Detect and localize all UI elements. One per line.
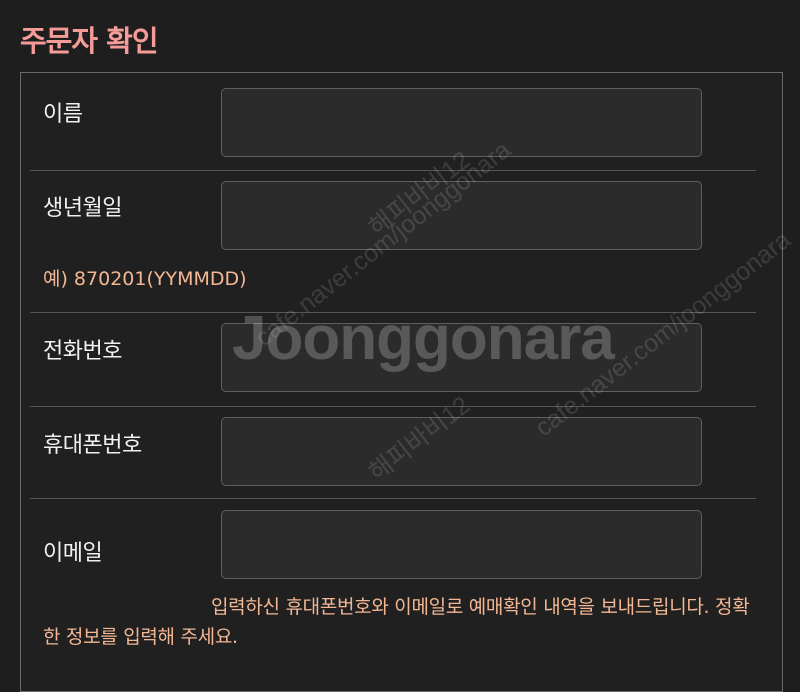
- notice-text: 입력하신 휴대폰번호와 이메일로 예매확인 내역을 보내드립니다. 정확한 정보…: [43, 596, 750, 648]
- email-label: 이메일: [43, 541, 103, 566]
- name-label: 이름: [43, 102, 83, 127]
- name-input[interactable]: [221, 88, 702, 157]
- birth-hint: 예) 870201(YYMMDD): [43, 268, 247, 290]
- mobile-label: 휴대폰번호: [43, 433, 142, 458]
- page-title: 주문자 확인: [20, 24, 158, 58]
- email-input[interactable]: [221, 510, 702, 579]
- phone-label: 전화번호: [43, 339, 122, 364]
- row-divider: [30, 406, 756, 407]
- row-divider: [30, 498, 756, 499]
- mobile-input[interactable]: [221, 417, 702, 486]
- birth-label: 생년월일: [43, 196, 122, 221]
- row-divider: [30, 170, 756, 171]
